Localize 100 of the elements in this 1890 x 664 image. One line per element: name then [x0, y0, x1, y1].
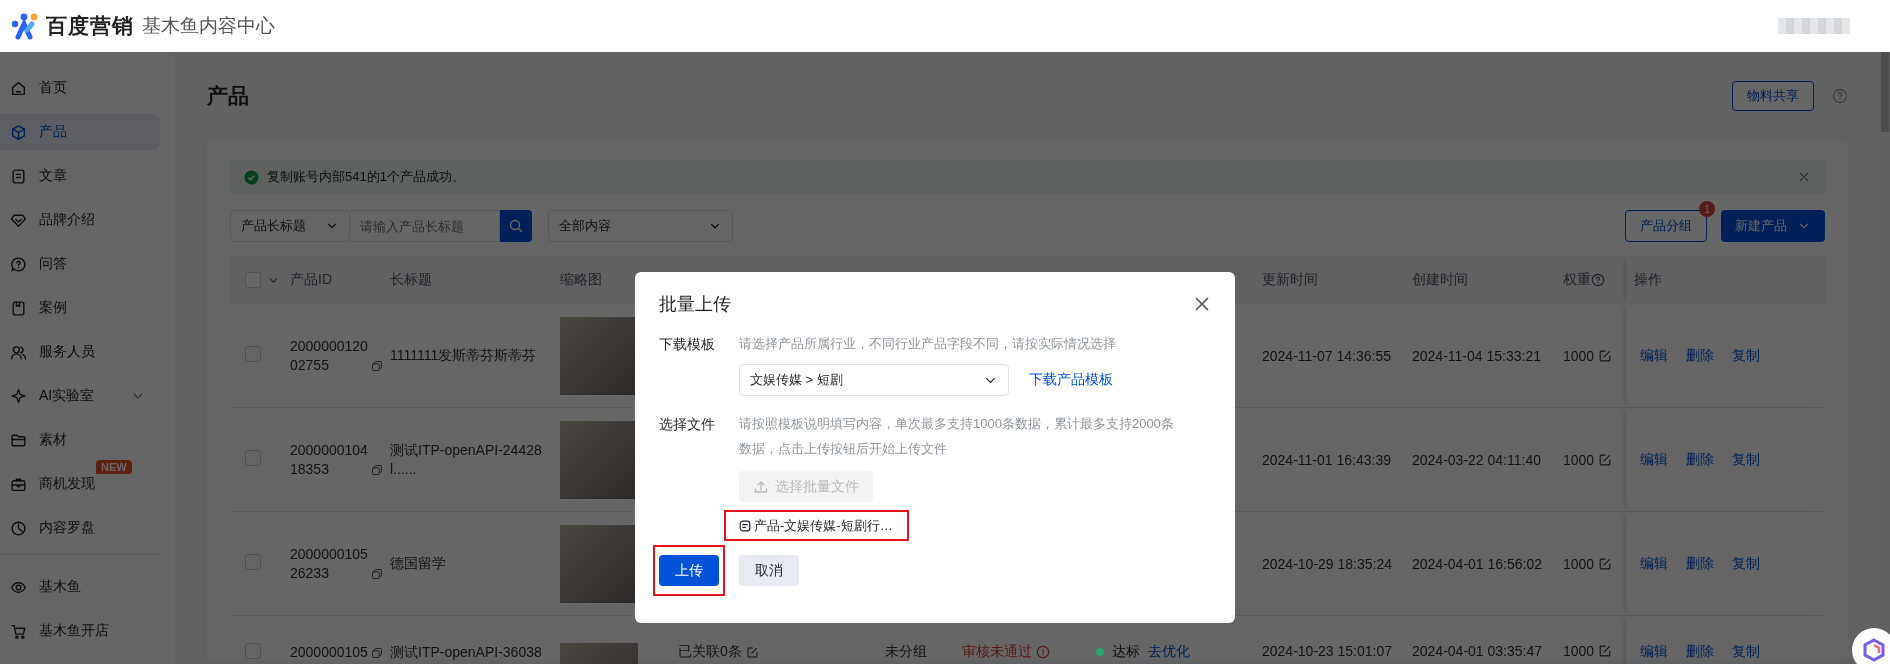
product-title: 德国留学: [390, 554, 447, 573]
sidebar-item[interactable]: 首页: [0, 70, 160, 106]
copy-icon: [370, 359, 383, 372]
edit-icon: [1598, 644, 1613, 658]
weight-value: 1000: [1563, 451, 1595, 468]
sidebar-item[interactable]: 基木鱼: [0, 569, 160, 605]
sidebar-item[interactable]: 案例: [0, 290, 160, 326]
weight-value: 1000: [1563, 347, 1595, 364]
create-time: 2024-04-01 16:56:02: [1412, 555, 1543, 572]
new-badge: NEW: [96, 460, 132, 474]
copy-icon: [370, 647, 383, 659]
weight-value: 1000: [1563, 555, 1595, 572]
cube-icon: [10, 123, 27, 141]
upload-button[interactable]: 上传: [659, 555, 719, 586]
info-icon: [1036, 645, 1050, 659]
edit-icon: [1598, 556, 1613, 571]
close-icon: [1797, 170, 1811, 184]
action-link[interactable]: 删除: [1686, 450, 1714, 469]
sidebar-item[interactable]: 服务人员: [0, 334, 160, 370]
bookmark-card-icon: [10, 299, 27, 317]
sidebar-item[interactable]: 文章: [0, 158, 160, 194]
alert-message: 复制账号内部541的1个产品成功。: [267, 168, 465, 186]
product-title: 测试ITP-openAPI-24428l......: [390, 440, 543, 479]
column-header: 创建时间: [1412, 271, 1468, 287]
copy-icon: [370, 463, 383, 476]
action-link[interactable]: 复制: [1732, 554, 1760, 573]
page-title: 产品: [207, 83, 249, 109]
people-icon: [10, 343, 27, 361]
product-id: 200000012002755: [290, 336, 368, 375]
action-link[interactable]: 编辑: [1640, 554, 1668, 573]
product-title: 1111111发斯蒂芬斯蒂芬: [390, 346, 538, 365]
product-id: 200000010526233: [290, 544, 368, 583]
table-cell: 已关联0条: [678, 643, 742, 661]
field-label: 下载模板: [659, 335, 716, 354]
sidebar-item[interactable]: 素材: [0, 422, 160, 458]
product-title: 测试ITP-openAPI-36038: [390, 643, 543, 662]
action-link[interactable]: 编辑: [1640, 346, 1668, 365]
update-time: 2024-10-23 15:01:07: [1262, 643, 1393, 659]
column-header: 长标题: [390, 271, 432, 287]
action-link[interactable]: 删除: [1686, 346, 1714, 365]
file-name: 产品-文娱传媒-短剧行…: [738, 517, 893, 535]
edit-icon: [1598, 452, 1613, 467]
optimize-link[interactable]: 去优化: [1148, 643, 1190, 661]
sidebar-item[interactable]: 产品: [0, 114, 160, 150]
copy-icon: [370, 567, 383, 580]
sidebar-item[interactable]: 基木鱼开店: [0, 613, 160, 649]
update-time: 2024-11-01 16:43:39: [1262, 451, 1392, 468]
action-link[interactable]: 复制: [1732, 450, 1760, 469]
group-button[interactable]: 产品分组: [1625, 210, 1707, 242]
create-time: 2024-04-01 03:35:47: [1412, 643, 1543, 659]
hint-text: 请选择产品所属行业，不同行业产品字段不同，请按实际情况选择: [739, 335, 1117, 353]
action-link[interactable]: 编辑: [1640, 450, 1668, 469]
column-header: 缩略图: [560, 271, 602, 287]
sidebar-item[interactable]: 问答: [0, 246, 160, 282]
sparkle-icon: [10, 387, 27, 405]
sidebar-item[interactable]: 品牌介绍: [0, 202, 160, 238]
diamond-icon: [10, 211, 27, 229]
field-select[interactable]: 产品长标题: [230, 210, 350, 242]
status-label: 达标: [1112, 643, 1140, 661]
edit-icon: [745, 645, 759, 659]
search-button[interactable]: [500, 210, 532, 242]
folder-icon: [10, 431, 27, 449]
action-link[interactable]: 复制: [1732, 346, 1760, 365]
hexagon-icon: [1862, 638, 1886, 662]
edit-icon: [1598, 348, 1613, 363]
logo-icon: [10, 12, 40, 40]
product-id: 200000010418353: [290, 440, 368, 479]
action-link[interactable]: 编辑: [1640, 643, 1668, 661]
blurred-block: [1778, 18, 1850, 34]
action-link[interactable]: 删除: [1686, 554, 1714, 573]
create-time: 2024-03-22 04:11:40: [1412, 451, 1542, 468]
update-time: 2024-10-29 18:35:24: [1262, 555, 1393, 572]
content-select[interactable]: 全部内容: [548, 210, 733, 242]
product-name: 基木鱼内容中心: [142, 14, 275, 38]
search-icon: [508, 218, 524, 234]
download-template-link[interactable]: 下载产品模板: [1029, 371, 1113, 389]
pie-chart-icon: [10, 519, 27, 537]
sidebar-item[interactable]: AI实验室: [0, 378, 160, 414]
weight-value: 1000: [1563, 643, 1595, 659]
share-button[interactable]: 物料共享: [1732, 81, 1814, 111]
review-status: 审核未通过: [962, 643, 1032, 661]
column-header: 更新时间: [1262, 271, 1318, 287]
brand-name: 百度营销: [46, 13, 134, 39]
industry-select[interactable]: 文娱传媒 > 短剧: [739, 364, 1009, 396]
cancel-button[interactable]: 取消: [739, 555, 799, 586]
action-link[interactable]: 复制: [1732, 643, 1760, 661]
dialog-title: 批量上传: [659, 293, 731, 316]
close-icon: [1193, 295, 1211, 313]
question-bubble-icon: [10, 255, 27, 273]
sidebar-item[interactable]: 内容罗盘: [0, 510, 160, 546]
house-icon: [10, 79, 27, 97]
action-link[interactable]: 删除: [1686, 643, 1714, 661]
update-time: 2024-11-07 14:36:55: [1262, 347, 1392, 364]
check-circle-icon: [244, 169, 259, 185]
file-icon: [738, 519, 752, 533]
column-header: 产品ID: [290, 271, 332, 287]
new-product-button[interactable]: 新建产品: [1721, 210, 1825, 242]
document-icon: [10, 167, 27, 185]
count-badge: 1: [1699, 201, 1715, 217]
assistant-button[interactable]: [1852, 628, 1890, 664]
